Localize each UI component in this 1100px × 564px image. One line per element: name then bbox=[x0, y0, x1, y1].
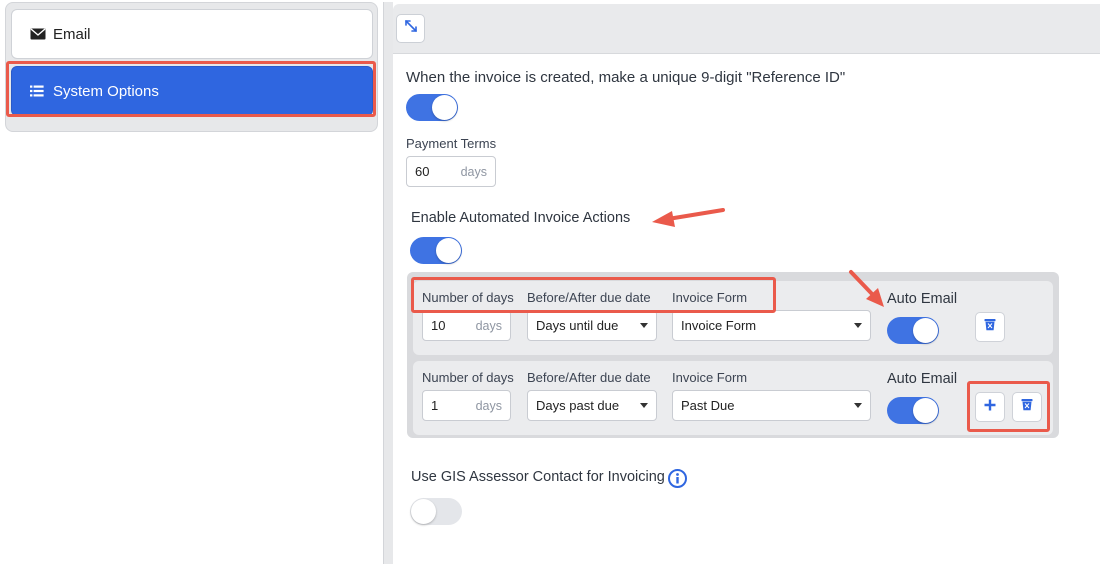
expand-button[interactable] bbox=[396, 14, 425, 43]
settings-sidebar: Email System Options bbox=[5, 2, 378, 132]
auto-email-label: Auto Email bbox=[887, 291, 958, 307]
annotation-arrow bbox=[666, 208, 725, 221]
automated-actions-label: Enable Automated Invoice Actions bbox=[411, 210, 631, 226]
delete-row-button[interactable] bbox=[1012, 392, 1042, 422]
before-after-label: Before/After due date bbox=[527, 290, 651, 305]
envelope-icon bbox=[30, 27, 47, 41]
auto-email-toggle[interactable] bbox=[887, 317, 939, 344]
sidebar-item-email[interactable]: Email bbox=[11, 9, 373, 59]
reference-id-label: When the invoice is created, make a uniq… bbox=[406, 69, 846, 86]
gis-contact-toggle[interactable] bbox=[410, 498, 462, 525]
expand-icon bbox=[404, 19, 418, 38]
days-unit: days bbox=[475, 398, 502, 413]
auto-email-toggle[interactable] bbox=[887, 397, 939, 424]
payment-terms-unit: days bbox=[460, 164, 487, 179]
automated-actions-toggle[interactable] bbox=[410, 237, 462, 264]
before-after-select[interactable]: Days past due bbox=[527, 390, 657, 421]
days-value: 1 bbox=[431, 398, 439, 413]
days-value: 10 bbox=[431, 318, 446, 333]
invoice-form-label: Invoice Form bbox=[672, 290, 748, 305]
sidebar-item-label: Email bbox=[53, 25, 91, 43]
days-unit: days bbox=[475, 318, 502, 333]
chevron-down-icon bbox=[640, 403, 648, 408]
number-of-days-input[interactable]: 10 days bbox=[422, 310, 511, 341]
before-after-select[interactable]: Days until due bbox=[527, 310, 657, 341]
number-of-days-label: Number of days bbox=[422, 370, 514, 385]
add-row-button[interactable] bbox=[975, 392, 1005, 422]
panel-toolbar bbox=[393, 4, 1100, 54]
panel-divider bbox=[383, 2, 393, 564]
chevron-down-icon bbox=[640, 323, 648, 328]
payment-terms-value: 60 bbox=[415, 164, 430, 179]
invoice-form-value: Past Due bbox=[681, 398, 735, 413]
payment-terms-label: Payment Terms bbox=[406, 136, 497, 151]
before-after-label: Before/After due date bbox=[527, 370, 651, 385]
action-row: Number of days Before/After due date Inv… bbox=[413, 281, 1053, 355]
info-icon[interactable] bbox=[668, 469, 687, 488]
invoice-form-value: Invoice Form bbox=[681, 318, 757, 333]
invoice-form-select[interactable]: Invoice Form bbox=[672, 310, 871, 341]
delete-row-button[interactable] bbox=[975, 312, 1005, 342]
trash-icon bbox=[1021, 398, 1033, 416]
chevron-down-icon bbox=[854, 403, 862, 408]
plus-icon bbox=[984, 398, 996, 416]
action-row: Number of days Before/After due date Inv… bbox=[413, 361, 1053, 435]
before-after-value: Days until due bbox=[536, 318, 619, 333]
before-after-value: Days past due bbox=[536, 398, 620, 413]
chevron-down-icon bbox=[854, 323, 862, 328]
payment-terms-input[interactable]: 60 days bbox=[406, 156, 496, 187]
automated-actions-container: Number of days Before/After due date Inv… bbox=[407, 272, 1059, 438]
sidebar-item-system-options[interactable]: System Options bbox=[11, 66, 373, 116]
number-of-days-input[interactable]: 1 days bbox=[422, 390, 511, 421]
sidebar-item-label: System Options bbox=[53, 82, 159, 100]
invoice-form-label: Invoice Form bbox=[672, 370, 748, 385]
invoice-form-select[interactable]: Past Due bbox=[672, 390, 871, 421]
auto-email-label: Auto Email bbox=[887, 371, 958, 387]
number-of-days-label: Number of days bbox=[422, 290, 514, 305]
trash-icon bbox=[984, 318, 996, 336]
reference-id-toggle[interactable] bbox=[406, 94, 458, 121]
gis-contact-label: Use GIS Assessor Contact for Invoicing bbox=[411, 469, 665, 485]
list-icon bbox=[30, 84, 47, 98]
